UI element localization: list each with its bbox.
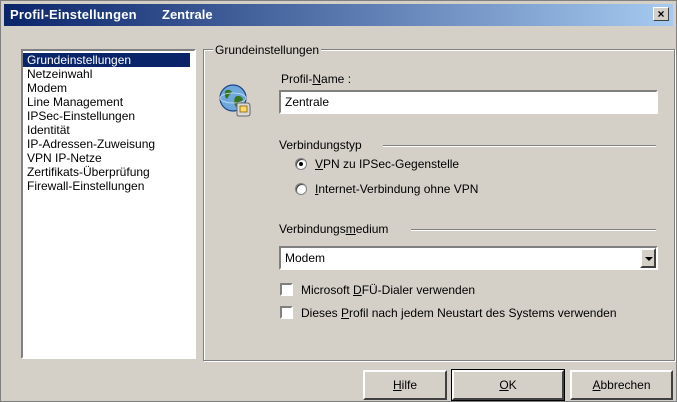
sidebar-item-identitaet[interactable]: Identität — [23, 123, 194, 137]
sidebar-item-ip-adressen-zuweisung[interactable]: IP-Adressen-Zuweisung — [23, 137, 194, 151]
sidebar-item-zertifikats-ueberpruefung[interactable]: Zertifikats-Überprüfung — [23, 165, 194, 179]
radio-vpn[interactable] — [295, 158, 307, 170]
radio-vpn-label[interactable]: VPN zu IPSec-Gegenstelle — [315, 157, 459, 171]
title-bar[interactable]: Profil-Einstellungen Zentrale × — [4, 4, 673, 26]
ok-button[interactable]: OK — [452, 370, 564, 400]
settings-category-list[interactable]: Grundeinstellungen Netzeinwahl Modem Lin… — [21, 49, 196, 359]
help-button[interactable]: Hilfe — [363, 370, 447, 400]
sidebar-item-line-management[interactable]: Line Management — [23, 95, 194, 109]
window-title: Profil-Einstellungen — [10, 7, 137, 22]
profile-name-input[interactable]: Zentrale — [279, 90, 658, 114]
sidebar-item-firewall-einstellungen[interactable]: Firewall-Einstellungen — [23, 179, 194, 193]
dfue-dialer-checkbox[interactable] — [280, 283, 293, 296]
profile-name-label: Profil-Name : — [281, 72, 352, 86]
connection-medium-divider — [411, 229, 656, 231]
profile-settings-window: Profil-Einstellungen Zentrale × Grundein… — [0, 0, 677, 402]
restart-profile-label[interactable]: Dieses Profil nach jedem Neustart des Sy… — [301, 306, 617, 320]
connection-medium-label: Verbindungsmedium — [279, 222, 389, 236]
globe-network-icon — [219, 84, 251, 117]
dfue-dialer-label[interactable]: Microsoft DFÜ-Dialer verwenden — [301, 283, 475, 297]
connection-type-label: Verbindungstyp — [279, 138, 362, 152]
sidebar-item-grundeinstellungen[interactable]: Grundeinstellungen — [23, 53, 190, 67]
connection-type-divider — [383, 145, 656, 147]
restart-profile-checkbox[interactable] — [280, 306, 293, 319]
cancel-button[interactable]: Abbrechen — [570, 370, 673, 400]
radio-internet-label[interactable]: Internet-Verbindung ohne VPN — [315, 182, 478, 196]
chevron-down-icon[interactable] — [640, 248, 656, 268]
radio-internet[interactable] — [295, 183, 307, 195]
sidebar-item-vpn-ip-netze[interactable]: VPN IP-Netze — [23, 151, 194, 165]
connection-medium-value: Modem — [285, 251, 326, 265]
connection-medium-select[interactable]: Modem — [279, 246, 658, 270]
groupbox-title: Grundeinstellungen — [213, 43, 322, 57]
sidebar-item-netzeinwahl[interactable]: Netzeinwahl — [23, 67, 194, 81]
close-button[interactable]: × — [653, 7, 669, 21]
sidebar-item-modem[interactable]: Modem — [23, 81, 194, 95]
sidebar-item-ipsec-einstellungen[interactable]: IPSec-Einstellungen — [23, 109, 194, 123]
close-icon: × — [657, 7, 665, 21]
window-profile-title: Zentrale — [162, 7, 213, 22]
